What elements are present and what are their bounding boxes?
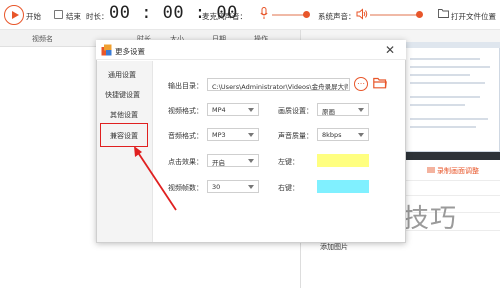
chevron-down-icon [248, 108, 254, 112]
sidebar-item-other[interactable]: 其他设置 [110, 110, 138, 120]
audio-format-select[interactable]: MP3 [207, 128, 259, 141]
fps-value: 30 [212, 183, 221, 191]
preview-content-line [410, 126, 476, 128]
record-area-adjust-link[interactable]: 录制画面调整 [437, 166, 479, 176]
highlight-box [100, 123, 148, 147]
output-dir-field[interactable]: C:\Users\Administrator\Videos\金舟录屏大师 [207, 78, 350, 91]
folder-icon[interactable] [438, 8, 449, 18]
chevron-down-icon [358, 108, 364, 112]
video-format-select[interactable]: MP4 [207, 103, 259, 116]
preview-content-line [410, 66, 490, 68]
mic-volume-label: 麦克风声音： [202, 12, 247, 21]
output-dir-label: 输出目录： [168, 82, 203, 90]
audio-format-value: MP3 [212, 131, 226, 139]
adjust-icon [427, 167, 435, 173]
open-folder-button[interactable]: 打开文件位置 [451, 11, 496, 22]
audio-quality-select[interactable]: 8kbps [317, 128, 369, 141]
open-folder-icon[interactable] [373, 77, 387, 89]
chevron-down-icon [248, 159, 254, 163]
preview-content-line [410, 96, 480, 98]
click-effect-label: 点击效果： [168, 158, 203, 166]
dialog-sidebar [97, 61, 153, 242]
app-logo-icon [101, 44, 112, 56]
dialog-title: 更多设置 [115, 47, 145, 56]
preview-content-line [410, 104, 465, 106]
preview-content-line [410, 118, 488, 120]
preview-content-line [410, 82, 485, 84]
close-icon[interactable]: ✕ [385, 43, 395, 57]
start-button[interactable]: 开始 [26, 11, 41, 22]
audio-quality-label: 声音质量： [278, 132, 313, 140]
chevron-down-icon [248, 185, 254, 189]
quality-value: 原画 [322, 108, 335, 116]
chevron-down-icon [358, 133, 364, 137]
audio-quality-value: 8kbps [322, 131, 342, 139]
system-volume-slider[interactable] [370, 14, 422, 16]
system-volume-knob[interactable] [416, 11, 423, 18]
start-record-icon[interactable] [4, 5, 24, 25]
video-format-value: MP4 [212, 106, 226, 114]
stop-icon[interactable] [54, 10, 63, 19]
audio-format-label: 音频格式： [168, 132, 203, 140]
stop-button[interactable]: 结束 [66, 11, 81, 22]
mic-icon[interactable] [260, 7, 268, 20]
sidebar-item-hotkeys[interactable]: 快捷键设置 [105, 90, 140, 100]
speaker-icon[interactable] [356, 8, 368, 20]
system-volume-label: 系统声音： [318, 12, 356, 21]
preview-content-line [410, 74, 470, 76]
preview-content-line [410, 58, 480, 60]
fps-label: 视频帧数： [168, 184, 203, 192]
quality-select[interactable]: 原画 [317, 103, 369, 116]
right-key-color-swatch[interactable] [317, 180, 369, 193]
click-effect-value: 开启 [212, 159, 225, 167]
video-format-label: 视频格式： [168, 107, 203, 115]
sidebar-item-general[interactable]: 通用设置 [108, 70, 136, 80]
duration-label: 时长： [86, 12, 109, 21]
click-effect-select[interactable]: 开启 [207, 154, 259, 167]
chevron-down-icon [248, 133, 254, 137]
right-key-label: 右键： [278, 184, 299, 192]
fps-select[interactable]: 30 [207, 180, 259, 193]
output-dir-value: C:\Users\Administrator\Videos\金舟录屏大师 [212, 83, 348, 91]
left-key-color-swatch[interactable] [317, 154, 369, 167]
mic-volume-knob[interactable] [303, 11, 310, 18]
left-key-label: 左键： [278, 158, 299, 166]
column-video-name[interactable]: 视频名 [32, 34, 53, 44]
app-window: 开始 结束 时长： 00 : 00 : 00 麦克风声音： 系统声音： 打开文件… [0, 0, 500, 288]
add-picture-button[interactable]: 添加图片 [320, 242, 348, 252]
quality-label: 画质设置： [278, 107, 313, 115]
browse-more-button[interactable]: ⋯ [354, 77, 368, 91]
